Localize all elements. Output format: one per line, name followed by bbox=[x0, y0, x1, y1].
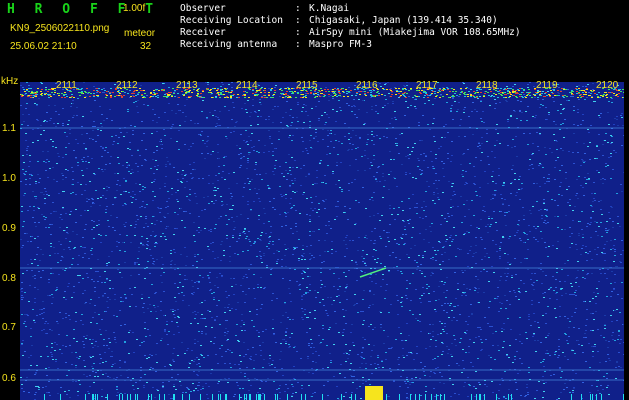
x-tick-label: 2114 bbox=[236, 80, 258, 91]
spectrogram-canvas bbox=[20, 82, 624, 400]
x-tick-label: 2115 bbox=[296, 80, 318, 91]
info-row-receiver: Receiver: AirSpy mini (Miakejima VOR 108.… bbox=[180, 27, 521, 39]
x-tick-label: 2118 bbox=[476, 80, 498, 91]
y-tick-label: 1.0 bbox=[2, 173, 16, 184]
info-key: Observer bbox=[180, 3, 226, 14]
x-tick-label: 2116 bbox=[356, 80, 378, 91]
y-tick-label: 0.6 bbox=[2, 373, 16, 384]
info-sep: : bbox=[295, 39, 301, 50]
header-panel: H R O F F T 1.00f KN9_2506022110.png met… bbox=[0, 0, 629, 76]
x-tick-label: 2119 bbox=[536, 80, 558, 91]
info-row-observer: Observer: K.Nagai bbox=[180, 3, 521, 15]
x-tick-label: 2117 bbox=[416, 80, 438, 91]
info-value: K.Nagai bbox=[309, 3, 350, 14]
app-version: 1.00f bbox=[123, 3, 146, 14]
info-key: Receiving Location bbox=[180, 15, 283, 26]
info-value: Chigasaki, Japan (139.414 35.340) bbox=[309, 15, 498, 26]
y-axis-unit: kHz bbox=[1, 76, 19, 87]
info-sep: : bbox=[295, 15, 301, 26]
spectrogram-plot[interactable] bbox=[20, 82, 624, 400]
x-tick-label: 2112 bbox=[116, 80, 138, 91]
info-sep: : bbox=[295, 3, 301, 14]
timestamp: 25.06.02 21:10 bbox=[10, 41, 77, 52]
info-row-location: Receiving Location: Chigasaki, Japan (139… bbox=[180, 15, 521, 27]
info-row-antenna: Receiving antenna: Maspro FM-3 bbox=[180, 39, 521, 51]
detection-mode: meteor bbox=[124, 28, 156, 39]
x-tick-label: 2113 bbox=[176, 80, 198, 91]
y-tick-label: 0.8 bbox=[2, 273, 16, 284]
y-tick-label: 1.1 bbox=[2, 123, 16, 134]
station-info: Observer: K.Nagai Receiving Location: Chig… bbox=[180, 3, 521, 51]
info-sep: : bbox=[295, 27, 301, 38]
y-tick-label: 0.7 bbox=[2, 322, 16, 333]
info-key: Receiving antenna bbox=[180, 39, 278, 50]
info-value: AirSpy mini (Miakejima VOR 108.65MHz) bbox=[309, 27, 521, 38]
x-tick-label: 2120 bbox=[596, 80, 619, 91]
image-filename: KN9_2506022110.png bbox=[10, 23, 110, 34]
info-value: Maspro FM-3 bbox=[309, 39, 372, 50]
y-tick-label: 0.9 bbox=[2, 223, 16, 234]
info-key: Receiver bbox=[180, 27, 226, 38]
event-count: 32 bbox=[140, 41, 152, 52]
x-tick-label: 2111 bbox=[56, 80, 77, 91]
